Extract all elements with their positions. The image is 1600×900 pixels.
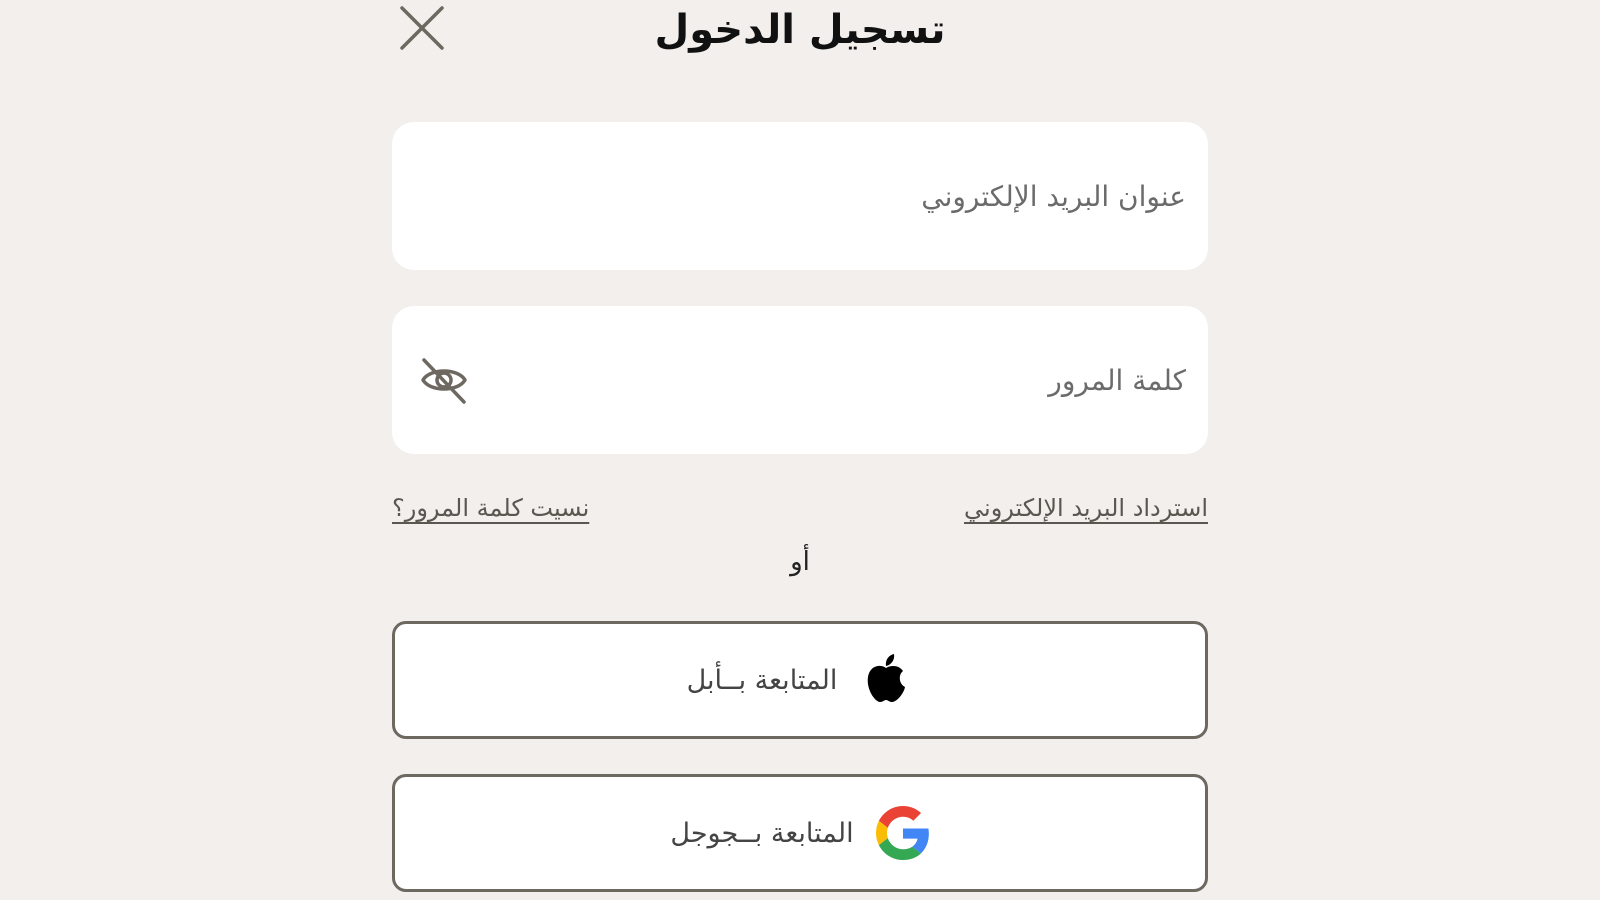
login-page: تسجيل الدخول نسيت كلمة المرور؟ استرداد ا…	[0, 0, 1600, 900]
recover-email-link[interactable]: استرداد البريد الإلكتروني	[964, 490, 1208, 526]
close-button[interactable]	[398, 4, 446, 52]
close-icon	[400, 6, 444, 50]
or-divider: أو	[790, 547, 810, 577]
apple-button-label: المتابعة بــأبل	[686, 664, 838, 696]
eye-off-icon	[421, 358, 467, 404]
apple-logo-icon	[868, 654, 906, 702]
continue-with-apple-button[interactable]: المتابعة بــأبل	[392, 621, 1208, 739]
forgot-password-link[interactable]: نسيت كلمة المرور؟	[392, 490, 589, 526]
continue-with-google-button[interactable]: المتابعة بــجوجل	[392, 774, 1208, 892]
email-field-container	[392, 122, 1208, 270]
password-field-container	[392, 306, 1208, 454]
google-button-label: المتابعة بــجوجل	[670, 817, 854, 849]
email-field[interactable]	[392, 122, 1208, 270]
password-visibility-toggle[interactable]	[418, 354, 470, 406]
password-field[interactable]	[392, 306, 1208, 454]
google-logo-icon	[875, 806, 929, 860]
page-title: تسجيل الدخول	[654, 7, 946, 53]
